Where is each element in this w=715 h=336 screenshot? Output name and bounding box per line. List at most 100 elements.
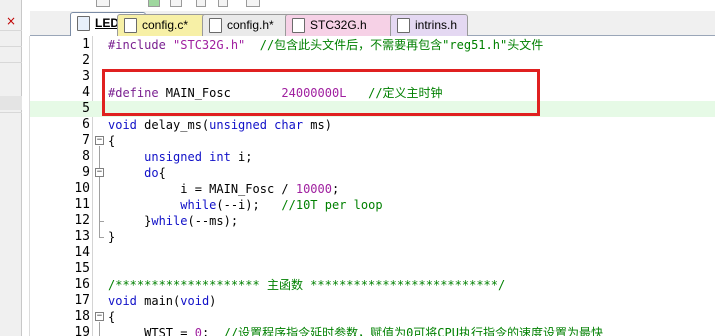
code-token: main( <box>136 294 181 308</box>
h-file-icon <box>292 18 305 33</box>
toolbar-button[interactable] <box>218 0 228 7</box>
code-text: /******************** 主函数 **************… <box>108 277 505 293</box>
line-number: 12 <box>74 213 90 228</box>
code-line[interactable]: 8 unsigned int i; <box>30 149 715 165</box>
code-text: #define MAIN_Fosc 24000000L //定义主时钟 <box>108 85 443 101</box>
code-text: #include "STC32G.h" //包含此头文件后，不需要再包含"reg… <box>108 37 543 53</box>
line-number: 10 <box>74 181 90 196</box>
toolbar-button[interactable] <box>196 0 206 7</box>
fold-guide <box>99 178 100 221</box>
fold-toggle-icon[interactable]: − <box>95 136 104 145</box>
code-line[interactable]: 5 <box>30 101 715 117</box>
code-token: 10000 <box>295 182 332 196</box>
line-number: 7 <box>82 133 90 148</box>
line-number: 9 <box>82 165 90 180</box>
toolbar-button[interactable] <box>246 0 260 7</box>
code-token: void <box>108 118 137 132</box>
code-token: while <box>151 214 188 228</box>
sidebar-selected-row[interactable] <box>0 96 22 110</box>
code-line[interactable]: 6 void delay_ms(unsigned char ms) <box>30 117 715 133</box>
code-text: void main(void) <box>108 293 216 309</box>
line-number: 16 <box>74 277 90 292</box>
code-token: delay_ms( <box>136 118 210 132</box>
code-line[interactable]: 1 #include "STC32G.h" //包含此头文件后，不需要再包含"re… <box>30 37 715 53</box>
code-line[interactable]: 7{ <box>30 133 715 149</box>
code-token: i = MAIN_Fosc / <box>108 182 296 196</box>
toolbar-button[interactable] <box>96 0 110 7</box>
code-token: //包含此头文件后，不需要再包含"reg51.h"头文件 <box>245 38 544 52</box>
code-token: } <box>108 230 116 244</box>
line-number: 15 <box>74 261 90 276</box>
code-line[interactable]: 11 while(--i); //10T per loop <box>30 197 715 213</box>
line-number: 11 <box>74 197 90 212</box>
line-number: 19 <box>74 325 90 336</box>
code-line[interactable]: 12 }while(--ms); <box>30 213 715 229</box>
code-editor[interactable]: 1 #include "STC32G.h" //包含此头文件后，不需要再包含"re… <box>30 36 715 336</box>
fold-toggle-icon[interactable]: − <box>95 312 104 321</box>
fold-end <box>99 221 104 222</box>
code-line[interactable]: 2 <box>30 53 715 69</box>
code-token: 0 <box>194 326 202 336</box>
code-text: void delay_ms(unsigned char ms) <box>108 117 332 133</box>
line-number: 3 <box>82 69 90 84</box>
c-file-icon <box>77 16 90 31</box>
fold-end <box>99 237 104 238</box>
code-token: MAIN_Fosc <box>165 86 282 100</box>
code-line[interactable]: 13} <box>30 229 715 245</box>
fold-guide <box>99 322 100 336</box>
line-number: 4 <box>82 85 90 100</box>
code-token: (--ms); <box>187 214 239 228</box>
code-text: WTST = 0; //设置程序指令延时参数，赋值为0可将CPU执行指令的速度设… <box>108 325 603 336</box>
code-token: 24000000L <box>281 86 347 100</box>
code-token: do <box>144 166 159 180</box>
code-line[interactable]: 17 void main(void) <box>30 293 715 309</box>
tab-intrins-h[interactable]: intrins.h <box>390 14 468 36</box>
code-token: void <box>108 294 137 308</box>
code-line[interactable]: 10 i = MAIN_Fosc / 10000; <box>30 181 715 197</box>
code-line[interactable]: 4 #define MAIN_Fosc 24000000L //定义主时钟 <box>30 85 715 101</box>
line-number: 1 <box>82 37 90 52</box>
tab-stc32g-h[interactable]: STC32G.h <box>285 14 395 36</box>
code-line[interactable]: 15 <box>30 261 715 277</box>
code-line[interactable]: 18 { <box>30 309 715 325</box>
code-token: { <box>108 310 116 324</box>
code-text: i = MAIN_Fosc / 10000; <box>108 181 339 197</box>
code-token: ) <box>209 294 217 308</box>
code-line[interactable]: 9 do{ <box>30 165 715 181</box>
code-line[interactable]: 3 <box>30 69 715 85</box>
code-text: } <box>108 229 115 245</box>
code-token: #define <box>108 86 166 100</box>
code-line[interactable]: 19 WTST = 0; //设置程序指令延时参数，赋值为0可将CPU执行指令的… <box>30 325 715 336</box>
code-token: unsigned int <box>144 150 231 164</box>
code-token: ; <box>201 326 224 336</box>
code-token: "STC32G.h" <box>173 38 246 52</box>
c-file-icon <box>124 18 137 33</box>
code-token: void <box>180 294 210 308</box>
code-line[interactable]: 16 /******************** 主函数 ************… <box>30 277 715 293</box>
line-number: 6 <box>82 117 90 132</box>
code-token: ; <box>331 182 340 196</box>
code-token: while <box>180 198 217 212</box>
code-token: ms) <box>303 118 332 132</box>
code-text: while(--i); //10T per loop <box>108 197 382 213</box>
code-token: } <box>108 214 152 228</box>
code-text: { <box>108 309 115 325</box>
fold-toggle-icon[interactable]: − <box>95 168 104 177</box>
line-number: 2 <box>82 53 90 68</box>
line-number: 8 <box>82 149 90 164</box>
close-icon[interactable]: × <box>6 14 16 28</box>
toolbar-button[interactable] <box>148 0 160 7</box>
code-token: (--i); <box>216 198 282 212</box>
breakpoint-gutter[interactable] <box>22 36 30 336</box>
code-text: unsigned int i; <box>108 149 252 165</box>
toolbar-button[interactable] <box>170 0 182 7</box>
code-token: //设置程序指令延时参数，赋值为0可将CPU执行指令的速度设置为最快 <box>223 326 603 336</box>
line-number: 5 <box>82 101 90 116</box>
code-token: WTST = <box>108 326 195 336</box>
code-line[interactable]: 14 <box>30 245 715 261</box>
code-token: { <box>108 134 116 148</box>
code-token: /******************** 主函数 **************… <box>108 278 506 292</box>
editor-tab-strip: LED.c config.c* config.h* STC32G.h intri… <box>30 11 715 37</box>
